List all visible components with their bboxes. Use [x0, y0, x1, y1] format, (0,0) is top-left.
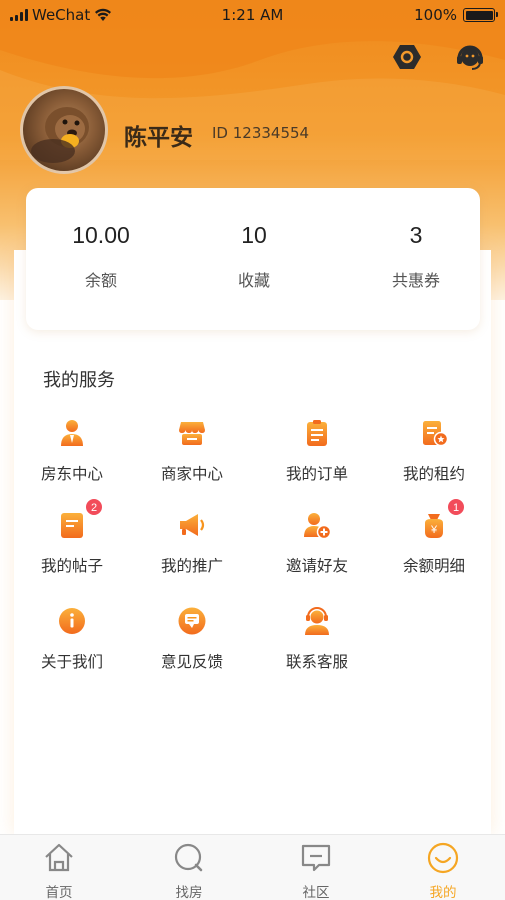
stats-card: 10.00 余额 10 收藏 3 共惠券	[26, 188, 480, 330]
avatar[interactable]	[20, 86, 108, 174]
service-invite-friends[interactable]: 邀请好友	[257, 510, 377, 576]
service-my-posts[interactable]: 2 我的帖子	[12, 498, 132, 576]
status-right: 100%	[414, 6, 498, 24]
tab-community[interactable]: 社区	[271, 841, 361, 900]
service-contact-support[interactable]: 联系客服	[257, 606, 377, 672]
stat-value: 3	[409, 222, 423, 248]
svg-text:¥: ¥	[430, 524, 438, 536]
hexagon-settings-icon[interactable]	[390, 40, 424, 74]
tab-mine[interactable]: 我的	[398, 841, 488, 900]
service-landlord-center[interactable]: 房东中心	[12, 418, 132, 484]
tab-find-house[interactable]: 找房	[144, 841, 234, 900]
home-icon	[45, 843, 73, 872]
chat-icon	[301, 844, 331, 872]
tab-home[interactable]: 首页	[14, 841, 104, 900]
tab-label: 我的	[429, 885, 457, 900]
service-label: 我的租约	[402, 465, 465, 483]
service-label: 联系客服	[285, 653, 348, 671]
smile-icon	[427, 842, 459, 874]
service-label: 我的帖子	[40, 557, 103, 575]
service-label: 关于我们	[40, 653, 103, 671]
tab-label: 找房	[175, 885, 203, 900]
service-label: 意见反馈	[160, 653, 223, 671]
lease-icon	[419, 418, 449, 448]
service-my-orders[interactable]: 我的订单	[257, 418, 377, 484]
user-name: 陈平安	[124, 125, 193, 151]
tab-label: 社区	[302, 885, 330, 900]
service-my-promotion[interactable]: 我的推广	[132, 510, 252, 576]
service-label: 余额明细	[402, 557, 465, 575]
service-label: 房东中心	[40, 465, 103, 483]
stat-value: 10.00	[72, 222, 130, 248]
service-about-us[interactable]: 关于我们	[12, 606, 132, 672]
tab-bar: 首页 找房 社区 我的	[0, 834, 505, 900]
service-feedback[interactable]: 意见反馈	[132, 606, 252, 672]
shop-icon	[177, 418, 207, 448]
stat-value: 10	[241, 222, 267, 248]
post-icon: 2	[57, 498, 103, 540]
info-icon	[57, 606, 87, 636]
status-bar: WeChat 1:21 AM 100%	[0, 0, 505, 30]
post-badge: 2	[85, 498, 103, 516]
tab-label: 首页	[45, 885, 73, 900]
order-icon	[302, 418, 332, 448]
invite-friend-icon	[302, 510, 332, 540]
services-title: 我的服务	[43, 370, 115, 391]
service-merchant-center[interactable]: 商家中心	[132, 418, 252, 484]
landlord-icon	[57, 418, 87, 448]
stat-label: 收藏	[237, 271, 270, 290]
service-label: 我的订单	[285, 465, 348, 483]
service-my-lease[interactable]: 我的租约	[374, 418, 494, 484]
service-label: 商家中心	[160, 465, 223, 483]
stat-balance[interactable]: 10.00 余额	[26, 222, 176, 291]
battery-percent: 100%	[414, 6, 457, 24]
battery-icon	[463, 8, 498, 22]
service-balance-details[interactable]: ¥ 1 余额明细	[374, 498, 494, 576]
megaphone-icon	[177, 510, 207, 540]
service-label: 我的推广	[160, 557, 223, 575]
feedback-icon	[177, 606, 207, 636]
service-label: 邀请好友	[285, 557, 348, 575]
avatar-image	[31, 107, 89, 163]
stat-label: 共惠券	[391, 271, 440, 290]
search-icon	[174, 843, 203, 872]
stat-favorites[interactable]: 10 收藏	[179, 222, 329, 291]
balance-badge: 1	[447, 498, 465, 516]
wallet-icon: ¥ 1	[419, 498, 465, 540]
headset-icon[interactable]	[453, 40, 487, 74]
stat-label: 余额	[84, 271, 117, 290]
user-id: ID 12334554	[212, 124, 310, 142]
customer-service-icon	[302, 606, 332, 636]
stat-coupons[interactable]: 3 共惠券	[341, 222, 491, 291]
